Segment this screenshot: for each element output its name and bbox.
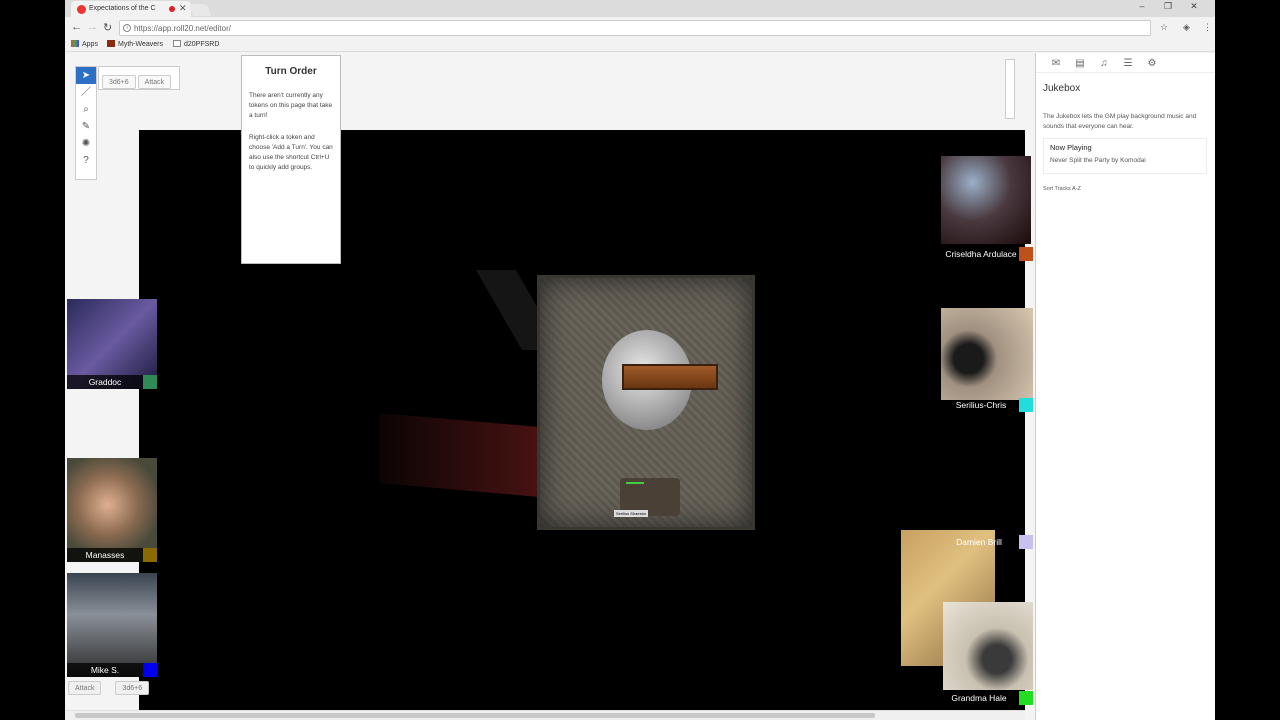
player-name: Mike S. <box>67 663 143 677</box>
player-color <box>143 375 157 389</box>
fog-tool-icon[interactable]: ✺ <box>76 135 96 152</box>
restore-icon[interactable]: ❐ <box>1155 1 1181 12</box>
jukebox-title: Jukebox <box>1043 83 1081 94</box>
back-icon[interactable]: ← <box>71 21 82 33</box>
map-room: Serilius Shaesbo <box>537 275 755 530</box>
avatar-video <box>67 458 157 562</box>
turn-order-empty-message: There aren't currently any tokens on thi… <box>249 92 333 119</box>
recording-icon <box>169 6 175 12</box>
macro-bar: 3d6+6 Attack <box>98 66 180 90</box>
player-name: Criseldha Ardulace <box>945 249 1017 259</box>
apps-icon <box>71 40 79 47</box>
jukebox-description: The Jukebox lets the GM play background … <box>1043 113 1197 130</box>
browser-window: Expectations of the C ✕ – ❐ ✕ ← → ↻ i http… <box>65 0 1215 720</box>
turn-order-title: Turn Order <box>265 66 317 77</box>
avatar-image <box>941 156 1031 244</box>
extension-icon[interactable]: ◈ <box>1183 22 1190 33</box>
player-color <box>1019 398 1033 412</box>
now-playing-box: Now Playing Never Split the Party by Kom… <box>1043 138 1207 174</box>
journal-icon[interactable]: ▤ <box>1068 54 1092 74</box>
bottom-macro-bar: Attack 3d6+6 <box>68 681 163 695</box>
sidebar-tabs: ✉ ▤ ♫ ☰ ⚙ <box>1036 53 1215 73</box>
zoom-tool-icon[interactable]: ⌕ <box>76 101 96 118</box>
macro-button-attack[interactable]: Attack <box>137 75 172 89</box>
now-playing-label: Now Playing <box>1050 143 1092 152</box>
reload-icon[interactable]: ↻ <box>103 21 112 34</box>
settings-gear-icon[interactable]: ⚙ <box>1140 54 1164 74</box>
address-bar-row: ← → ↻ i https://app.roll20.net/editor/ ☆… <box>65 18 1215 38</box>
avatar-video <box>941 308 1033 400</box>
new-tab-button[interactable] <box>188 4 212 16</box>
player-color <box>143 663 157 677</box>
tool-palette: ➤ ／ ⌕ ✎ ✺ ? <box>75 66 97 180</box>
player-name: Grandma Hale <box>951 693 1007 703</box>
turn-order-panel: Turn Order There aren't currently any to… <box>241 55 341 264</box>
browser-tab[interactable]: Expectations of the C ✕ <box>71 1 191 17</box>
macro-button-attack[interactable]: Attack <box>68 681 102 695</box>
select-tool-icon[interactable]: ➤ <box>76 67 96 84</box>
player-name: Damien Brill <box>956 537 1002 547</box>
bookmark-apps[interactable]: Apps <box>71 40 98 48</box>
macro-button-roll[interactable]: 3d6+6 <box>115 681 150 695</box>
player-name: Serilius-Chris <box>955 400 1007 410</box>
bookmark-myth-weavers[interactable]: Myth-Weavers <box>107 40 163 48</box>
window-controls: – ❐ ✕ <box>1129 1 1207 12</box>
draw-tool-icon[interactable]: ／ <box>76 84 96 101</box>
avatar-image <box>67 573 157 677</box>
token-health-bar <box>626 482 644 484</box>
player-name: Manasses <box>67 548 143 562</box>
help-icon[interactable]: ? <box>76 152 96 169</box>
player-color <box>143 548 157 562</box>
measure-tool-icon[interactable]: ✎ <box>76 118 96 135</box>
star-icon[interactable]: ☆ <box>1160 22 1168 33</box>
player-avatar-mike[interactable]: Mike S. <box>67 573 157 677</box>
map-plank <box>622 364 718 390</box>
myth-weavers-icon <box>107 40 115 47</box>
minimize-icon[interactable]: – <box>1129 1 1155 11</box>
bookmarks-bar: Apps Myth-Weavers d20PFSRD <box>65 38 1215 52</box>
player-avatar-serilius[interactable]: Serilius-Chris <box>941 308 1033 412</box>
player-avatar-criseldha[interactable]: Criseldha Ardulace <box>941 156 1033 261</box>
macro-button-roll[interactable]: 3d6+6 <box>102 75 136 89</box>
zoom-slider[interactable] <box>1005 59 1015 119</box>
forward-icon[interactable]: → <box>87 21 98 33</box>
bookmark-d20pfsrd[interactable]: d20PFSRD <box>173 40 219 48</box>
menu-icon[interactable]: ⋮ <box>1203 22 1212 33</box>
player-color <box>1019 535 1033 549</box>
page-icon <box>173 40 181 47</box>
url-text: https://app.roll20.net/editor/ <box>134 24 231 33</box>
player-color <box>1019 247 1033 261</box>
avatar-video <box>943 602 1033 690</box>
horizontal-scrollbar[interactable] <box>65 710 1025 720</box>
player-name: Graddoc <box>67 375 143 389</box>
current-track[interactable]: Never Split the Party by Komodai <box>1050 157 1200 164</box>
player-color <box>1019 691 1033 705</box>
close-tab-icon[interactable]: ✕ <box>179 3 187 14</box>
info-icon[interactable]: i <box>123 24 131 32</box>
player-avatar-manasses[interactable]: Manasses <box>67 458 157 562</box>
url-input[interactable]: i https://app.roll20.net/editor/ <box>119 20 1151 36</box>
scrollbar-thumb[interactable] <box>75 713 875 718</box>
close-window-icon[interactable]: ✕ <box>1181 1 1207 12</box>
token-label: Serilius Shaesbo <box>614 510 649 517</box>
tab-strip: Expectations of the C ✕ – ❐ ✕ <box>65 0 1215 17</box>
roll20-favicon-icon <box>77 5 86 14</box>
right-sidebar: ✉ ▤ ♫ ☰ ⚙ Jukebox The Jukebox lets the GM pl… <box>1035 53 1215 720</box>
player-avatar-graddoc[interactable]: Graddoc <box>67 299 157 389</box>
sort-tracks-link[interactable]: Sort Tracks A-Z <box>1043 186 1215 192</box>
list-icon[interactable]: ☰ <box>1116 54 1140 74</box>
map-corridor-red <box>379 413 539 497</box>
chat-icon[interactable]: ✉ <box>1044 54 1068 74</box>
jukebox-icon[interactable]: ♫ <box>1092 54 1116 74</box>
turn-order-hint: Right-click a token and choose 'Add a Tu… <box>249 134 333 171</box>
tab-title: Expectations of the C <box>89 5 156 12</box>
